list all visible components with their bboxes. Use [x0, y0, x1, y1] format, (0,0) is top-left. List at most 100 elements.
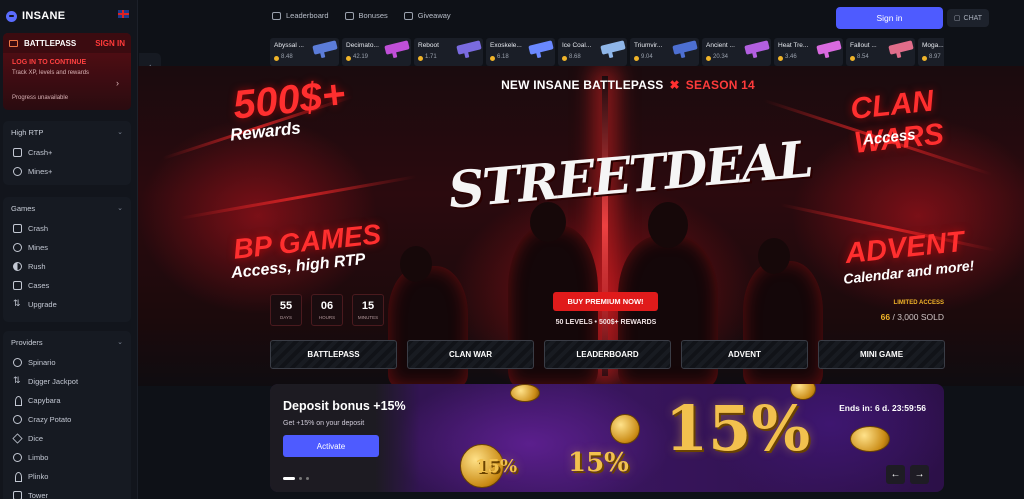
separator-icon: ✖ — [669, 78, 680, 92]
drop-card[interactable]: Moga... 8.97 — [918, 38, 944, 66]
sidebar-item-crash-plus[interactable]: Crash+ — [3, 143, 131, 162]
drop-price: 3.46 — [785, 54, 797, 60]
bonus-icon — [344, 11, 354, 20]
brand[interactable]: INSANE — [6, 8, 65, 24]
carousel-dot-active[interactable] — [283, 477, 295, 480]
coin-icon — [850, 426, 890, 452]
sidebar-item-crash[interactable]: Crash — [3, 219, 131, 238]
sidebar-item-label: Crash — [28, 224, 49, 233]
bonus-percent-large: 15% — [665, 392, 811, 465]
countdown-unit: HOURS — [318, 315, 336, 320]
sidebar-item-upgrade[interactable]: Upgrade — [3, 295, 131, 314]
drop-price: 8.54 — [857, 54, 869, 60]
limited-access-label: LIMITED ACCESS — [893, 300, 944, 306]
nav-group-high-rtp: High RTP ⌄ Crash+ Mines+ — [3, 121, 131, 185]
drop-card[interactable]: Exoskele... 6.18 — [486, 38, 555, 66]
sign-in-button[interactable]: Sign in — [836, 7, 943, 29]
coin-icon — [418, 56, 423, 61]
battlepass-card[interactable]: BATTLEPASS SIGN IN LOG IN TO CONTINUE Tr… — [3, 33, 131, 110]
nav-group-header[interactable]: Games ⌄ — [3, 197, 131, 219]
drop-card[interactable]: Triumvir... 9.04 — [630, 38, 699, 66]
battlepass-tabs: BATTLEPASS CLAN WAR LEADERBOARD ADVENT M… — [270, 340, 945, 369]
nav-group-games: Games ⌄ Crash Mines Rush Cases Upgrade — [3, 197, 131, 322]
drop-item-name: Abyssal ... — [274, 42, 304, 49]
sidebar-item-plinko[interactable]: Plinko — [3, 467, 131, 486]
carousel-prev-button[interactable]: ← — [886, 465, 905, 484]
sidebar-item-label: Spinario — [28, 358, 56, 367]
drop-item-name: Ancient ... — [706, 42, 735, 49]
carousel-dot[interactable] — [306, 477, 309, 480]
drop-price: 1.71 — [425, 54, 437, 60]
drop-item-name: Triumvir... — [634, 42, 663, 49]
sold-count: 66 — [880, 312, 891, 322]
battlepass-signin-link[interactable]: SIGN IN — [95, 39, 125, 48]
sidebar: INSANE BATTLEPASS SIGN IN LOG IN TO CONT… — [0, 0, 138, 499]
drop-card[interactable]: Decimato... 42.19 — [342, 38, 411, 66]
sidebar-item-cases[interactable]: Cases — [3, 276, 131, 295]
drop-card[interactable]: Ancient ... 20.34 — [702, 38, 771, 66]
bonus-percent-small: 15% — [475, 456, 518, 477]
tab-clan-war[interactable]: CLAN WAR — [407, 340, 534, 369]
drop-price: 42.19 — [353, 54, 369, 60]
drop-card[interactable]: Abyssal ... 8.48 — [270, 38, 339, 66]
countdown-unit: MINUTES — [357, 315, 379, 320]
top-nav: Leaderboard Bonuses Giveaway — [272, 11, 451, 20]
hero-title-text: NEW INSANE BATTLEPASS — [501, 78, 664, 92]
countdown-minutes: 15 MINUTES — [352, 294, 384, 326]
uk-flag-icon[interactable] — [118, 10, 129, 18]
carousel-dots[interactable] — [283, 477, 309, 480]
drop-item-name: Decimato... — [346, 42, 379, 49]
sidebar-item-label: Capybara — [28, 396, 61, 405]
coin-icon — [706, 56, 711, 61]
sidebar-item-limbo[interactable]: Limbo — [3, 448, 131, 467]
nav-leaderboard[interactable]: Leaderboard — [272, 11, 329, 20]
chevron-right-icon[interactable]: › — [116, 78, 119, 88]
nav-group-header[interactable]: Providers ⌄ — [3, 331, 131, 353]
nav-group-header[interactable]: High RTP ⌄ — [3, 121, 131, 143]
sidebar-item-crazy-potato[interactable]: Crazy Potato — [3, 410, 131, 429]
sidebar-item-label: Crash+ — [28, 148, 53, 157]
nav-bonuses[interactable]: Bonuses — [344, 11, 388, 20]
sidebar-item-dice[interactable]: Dice — [3, 429, 131, 448]
coin-icon — [778, 56, 783, 61]
chat-button[interactable]: ▢ CHAT — [947, 9, 989, 27]
mines-icon — [13, 167, 22, 176]
drop-card[interactable]: Fallout ... 8.54 — [846, 38, 915, 66]
red-light-beam — [602, 76, 608, 376]
weapon-skin-icon — [672, 40, 698, 55]
crash-icon — [13, 148, 22, 157]
sidebar-item-label: Tower — [28, 491, 49, 499]
tab-mini-game[interactable]: MINI GAME — [818, 340, 945, 369]
chat-icon: ▢ — [953, 15, 961, 22]
weapon-skin-icon — [312, 40, 338, 55]
sidebar-item-tower[interactable]: Tower — [3, 486, 131, 499]
streetdeal-logo: STREETDEAL — [446, 129, 814, 220]
drop-price: 6.18 — [497, 54, 509, 60]
drop-card[interactable]: Heat Tre... 3.46 — [774, 38, 843, 66]
activate-button[interactable]: Activate — [283, 435, 379, 457]
countdown-hours: 06 HOURS — [311, 294, 343, 326]
tab-advent[interactable]: ADVENT — [681, 340, 808, 369]
sidebar-item-label: Rush — [28, 262, 46, 271]
drop-card[interactable]: Ice Coal... 8.68 — [558, 38, 627, 66]
sidebar-item-mines-plus[interactable]: Mines+ — [3, 162, 131, 181]
sidebar-item-capybara[interactable]: Capybara — [3, 391, 131, 410]
countdown-days: 55 DAYS — [270, 294, 302, 326]
sidebar-item-mines[interactable]: Mines — [3, 238, 131, 257]
sidebar-item-rush[interactable]: Rush — [3, 257, 131, 276]
ticket-icon — [9, 39, 18, 47]
battlepass-title: NEW INSANE BATTLEPASS ✖ SEASON 14 — [478, 78, 778, 92]
tab-battlepass[interactable]: BATTLEPASS — [270, 340, 397, 369]
nav-giveaway[interactable]: Giveaway — [403, 11, 451, 20]
drop-card[interactable]: Reboot 1.71 — [414, 38, 483, 66]
tab-leaderboard[interactable]: LEADERBOARD — [544, 340, 671, 369]
levels-rewards-text: 50 LEVELS • 500$+ REWARDS — [555, 319, 657, 326]
sidebar-item-spinario[interactable]: Spinario — [3, 353, 131, 372]
capybara-icon — [13, 396, 22, 406]
sidebar-item-digger-jackpot[interactable]: Digger Jackpot — [3, 372, 131, 391]
buy-premium-button[interactable]: BUY PREMIUM NOW! — [553, 292, 658, 311]
drop-item-name: Fallout ... — [850, 42, 877, 49]
carousel-next-button[interactable]: → — [910, 465, 929, 484]
carousel-dot[interactable] — [299, 477, 302, 480]
battlepass-header: BATTLEPASS SIGN IN — [3, 33, 131, 53]
